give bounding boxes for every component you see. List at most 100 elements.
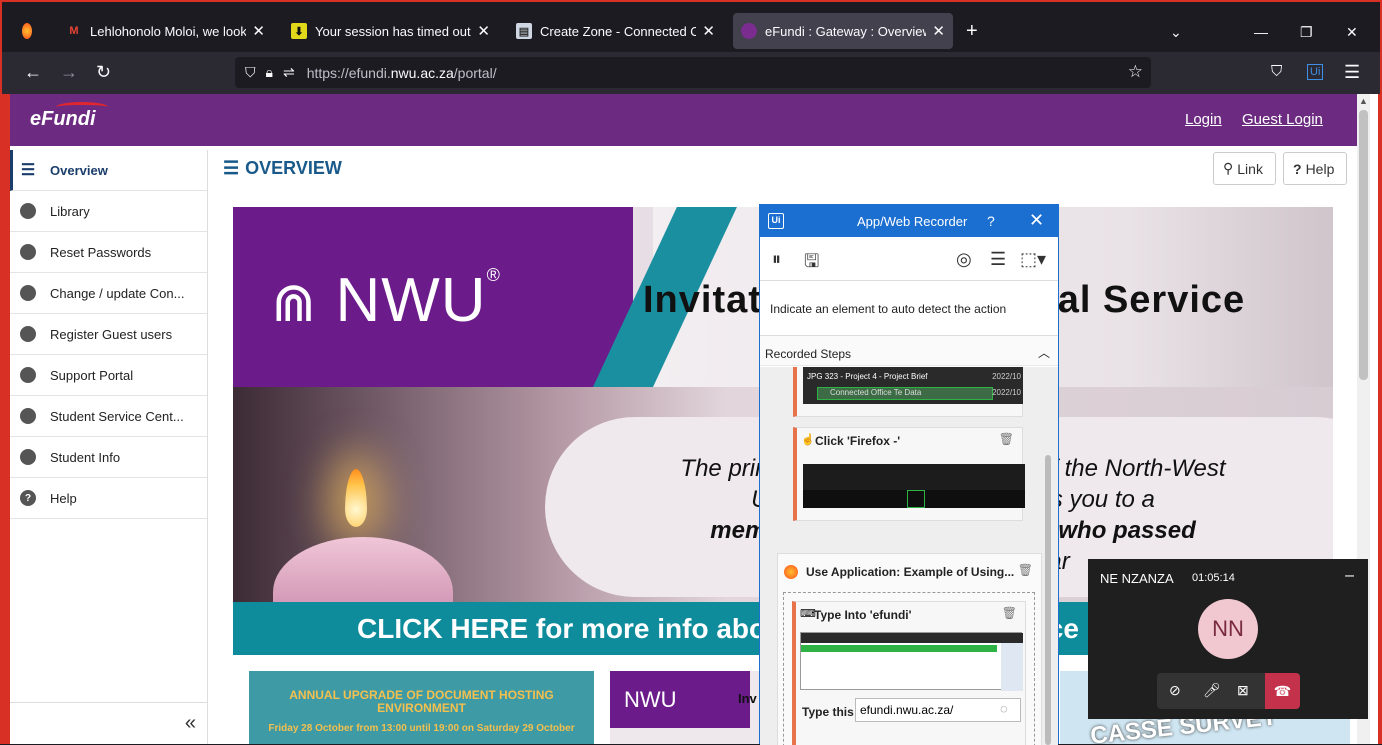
sidebar-item-label: Student Service Cent... bbox=[50, 408, 184, 424]
sidebar-item-student-info[interactable]: Student Info bbox=[10, 437, 207, 478]
recorded-step-type-into[interactable]: ⌨ Type Into 'efundi' 🗑︎ Type this efundi… bbox=[792, 601, 1026, 745]
sidebar-item-label: Support Portal bbox=[50, 367, 134, 383]
login-link[interactable]: Login bbox=[1185, 111, 1222, 128]
efundi-header: eFundi Login Guest Login bbox=[10, 94, 1358, 146]
sidebar-item-student-service[interactable]: Student Service Cent... bbox=[10, 396, 207, 437]
target-icon[interactable]: ◎ bbox=[956, 249, 972, 270]
list-icon: ☰ bbox=[20, 162, 36, 179]
minimize-icon[interactable]: – bbox=[1345, 567, 1354, 585]
hide-value-icon[interactable]: ◌ bbox=[1000, 701, 1008, 716]
collapse-sidebar-button[interactable]: « bbox=[10, 702, 208, 744]
close-window-icon[interactable]: ✕ bbox=[1346, 24, 1358, 41]
thumb-text: 2022/10 bbox=[992, 388, 1021, 397]
sidebar-item-overview[interactable]: ☰ Overview bbox=[10, 150, 207, 191]
pocket-icon[interactable]: ⛉ bbox=[1271, 62, 1282, 82]
share-screen-icon[interactable]: ⊠ bbox=[1237, 682, 1249, 699]
sidebar-item-register-guest[interactable]: Register Guest users bbox=[10, 314, 207, 355]
sidebar-item-support-portal[interactable]: Support Portal bbox=[10, 355, 207, 396]
sidebar-item-label: Register Guest users bbox=[50, 326, 173, 342]
delete-icon[interactable]: 🗑︎ bbox=[1002, 606, 1017, 620]
chevron-up-icon[interactable]: ︿ bbox=[1038, 344, 1050, 361]
recorder-help-button[interactable]: ? bbox=[987, 213, 995, 229]
microphone-icon[interactable]: 🎤︎ bbox=[1203, 682, 1221, 699]
checklist-icon[interactable]: ☰ bbox=[990, 249, 1006, 270]
sidebar-item-label: Help bbox=[50, 490, 77, 506]
sidebar-item-change-update[interactable]: Change / update Con... bbox=[10, 273, 207, 314]
scroll-up-icon[interactable]: ▲ bbox=[1359, 96, 1368, 106]
help-button-label: Help bbox=[1305, 160, 1335, 177]
news-card-upgrade[interactable]: ANNUAL UPGRADE OF DOCUMENT HOSTING ENVIR… bbox=[249, 671, 594, 744]
download-icon: ⬇ bbox=[291, 23, 307, 39]
type-this-label: Type this bbox=[802, 705, 854, 719]
options-dropdown-icon[interactable]: ⬚▾ bbox=[1020, 249, 1046, 270]
back-icon[interactable]: ← bbox=[24, 62, 42, 82]
lock-icon[interactable]: 🔒︎ bbox=[266, 64, 273, 81]
delete-icon[interactable]: 🗑︎ bbox=[1018, 563, 1033, 577]
uipath-extension-icon[interactable]: Ui bbox=[1307, 64, 1324, 80]
step-label: Click 'Firefox -' bbox=[815, 434, 901, 448]
efundi-logo[interactable]: eFundi bbox=[30, 102, 108, 131]
camera-off-icon[interactable]: ⊘ bbox=[1169, 682, 1181, 699]
close-tab-icon[interactable]: ✕ bbox=[252, 22, 265, 40]
tab-create-zone[interactable]: ▤ Create Zone - Connected Office ✕ bbox=[508, 13, 723, 49]
app-web-recorder-panel: Ui App/Web Recorder ? ✕ ⏸ 🖫︎ ◎ ☰ ⬚▾ Indi… bbox=[759, 204, 1059, 745]
tab-title: Lehlohonolo Moloi, we look for bbox=[90, 23, 247, 39]
nwu-logo: ⋒ NWU® bbox=[271, 265, 501, 336]
close-tab-icon[interactable]: ✕ bbox=[702, 22, 715, 40]
sidebar: ☰ Overview Library Reset Passwords Chang… bbox=[10, 150, 208, 744]
step-screenshot bbox=[800, 632, 1023, 691]
forward-icon[interactable]: → bbox=[60, 62, 78, 82]
close-icon[interactable]: ✕ bbox=[1029, 210, 1044, 231]
hang-up-button[interactable]: ☎ bbox=[1265, 673, 1300, 709]
bookmark-star-icon[interactable]: ☆ bbox=[1128, 62, 1143, 82]
group-inner: ⌨ Type Into 'efundi' 🗑︎ Type this efundi… bbox=[783, 592, 1035, 745]
sidebar-item-library[interactable]: Library bbox=[10, 191, 207, 232]
scrollbar-thumb[interactable] bbox=[1359, 110, 1368, 380]
thumb-side bbox=[1001, 643, 1023, 691]
restore-icon[interactable]: ❐ bbox=[1300, 24, 1313, 41]
step-screenshot: JPG 323 - Project 4 - Project Brief 2022… bbox=[803, 367, 1023, 404]
delete-icon[interactable]: 🗑︎ bbox=[999, 432, 1014, 446]
tab-session-timeout[interactable]: ⬇ Your session has timed out. ✕ bbox=[283, 13, 498, 49]
use-application-group[interactable]: Use Application: Example of Using... 🗑︎ … bbox=[777, 553, 1042, 745]
nwu-logo-text: NWU bbox=[335, 266, 487, 335]
click-icon: ☝ bbox=[801, 434, 815, 446]
type-this-input[interactable]: efundi.nwu.ac.za/ bbox=[855, 698, 1021, 722]
save-icon[interactable]: 🖫︎ bbox=[804, 249, 819, 279]
shield-icon[interactable]: ⛉ bbox=[245, 64, 256, 81]
tab-efundi-overview[interactable]: eFundi : Gateway : Overview ✕ bbox=[733, 13, 953, 49]
tab-gmail[interactable]: M Lehlohonolo Moloi, we look for ✕ bbox=[58, 13, 273, 49]
sidebar-item-help[interactable]: ? Help bbox=[10, 478, 207, 519]
help-button[interactable]: ? Help bbox=[1283, 152, 1347, 185]
tab-title: eFundi : Gateway : Overview bbox=[765, 23, 927, 39]
recorded-steps-header[interactable]: Recorded Steps ︿ bbox=[760, 336, 1058, 366]
list-tabs-icon[interactable]: ⌄ bbox=[1170, 24, 1182, 41]
close-tab-icon[interactable]: ✕ bbox=[932, 22, 945, 40]
highlight-box bbox=[907, 490, 925, 508]
url-text[interactable]: https://efundi.nwu.ac.za/portal/ bbox=[307, 65, 497, 81]
recorder-title: App/Web Recorder bbox=[857, 214, 968, 229]
minimize-icon[interactable]: — bbox=[1254, 24, 1268, 40]
recorded-step-click-firefox[interactable]: ☝ Click 'Firefox -' 🗑︎ bbox=[793, 427, 1025, 521]
phone-icon: ☎ bbox=[1273, 683, 1292, 699]
reload-icon[interactable]: ↻ bbox=[96, 62, 111, 82]
sidebar-item-reset-passwords[interactable]: Reset Passwords bbox=[10, 232, 207, 273]
new-tab-button[interactable]: + bbox=[966, 20, 978, 43]
pause-icon[interactable]: ⏸ bbox=[772, 249, 781, 270]
permissions-icon[interactable]: ⇌ bbox=[283, 64, 295, 81]
thumb-text: 2022/10 bbox=[992, 372, 1021, 381]
url-bar[interactable]: ⛉ 🔒︎ ⇌ https://efundi.nwu.ac.za/portal/ … bbox=[235, 57, 1151, 88]
link-button[interactable]: ⚲ Link bbox=[1213, 152, 1276, 185]
sidebar-item-label: Reset Passwords bbox=[50, 244, 152, 260]
recorded-steps-list: JPG 323 - Project 4 - Project Brief 2022… bbox=[760, 367, 1058, 745]
recorded-step[interactable]: JPG 323 - Project 4 - Project Brief 2022… bbox=[793, 367, 1023, 417]
steps-scrollbar[interactable] bbox=[1045, 455, 1051, 745]
gmail-icon: M bbox=[69, 25, 79, 37]
firefox-menu-icon[interactable] bbox=[14, 13, 48, 49]
card-nwu-logo: NWU bbox=[610, 671, 750, 728]
globe-icon bbox=[20, 449, 36, 465]
recorded-steps-label: Recorded Steps bbox=[765, 347, 852, 361]
menu-icon[interactable]: ☰ bbox=[1344, 62, 1360, 82]
guest-login-link[interactable]: Guest Login bbox=[1242, 111, 1323, 128]
close-tab-icon[interactable]: ✕ bbox=[477, 22, 490, 40]
